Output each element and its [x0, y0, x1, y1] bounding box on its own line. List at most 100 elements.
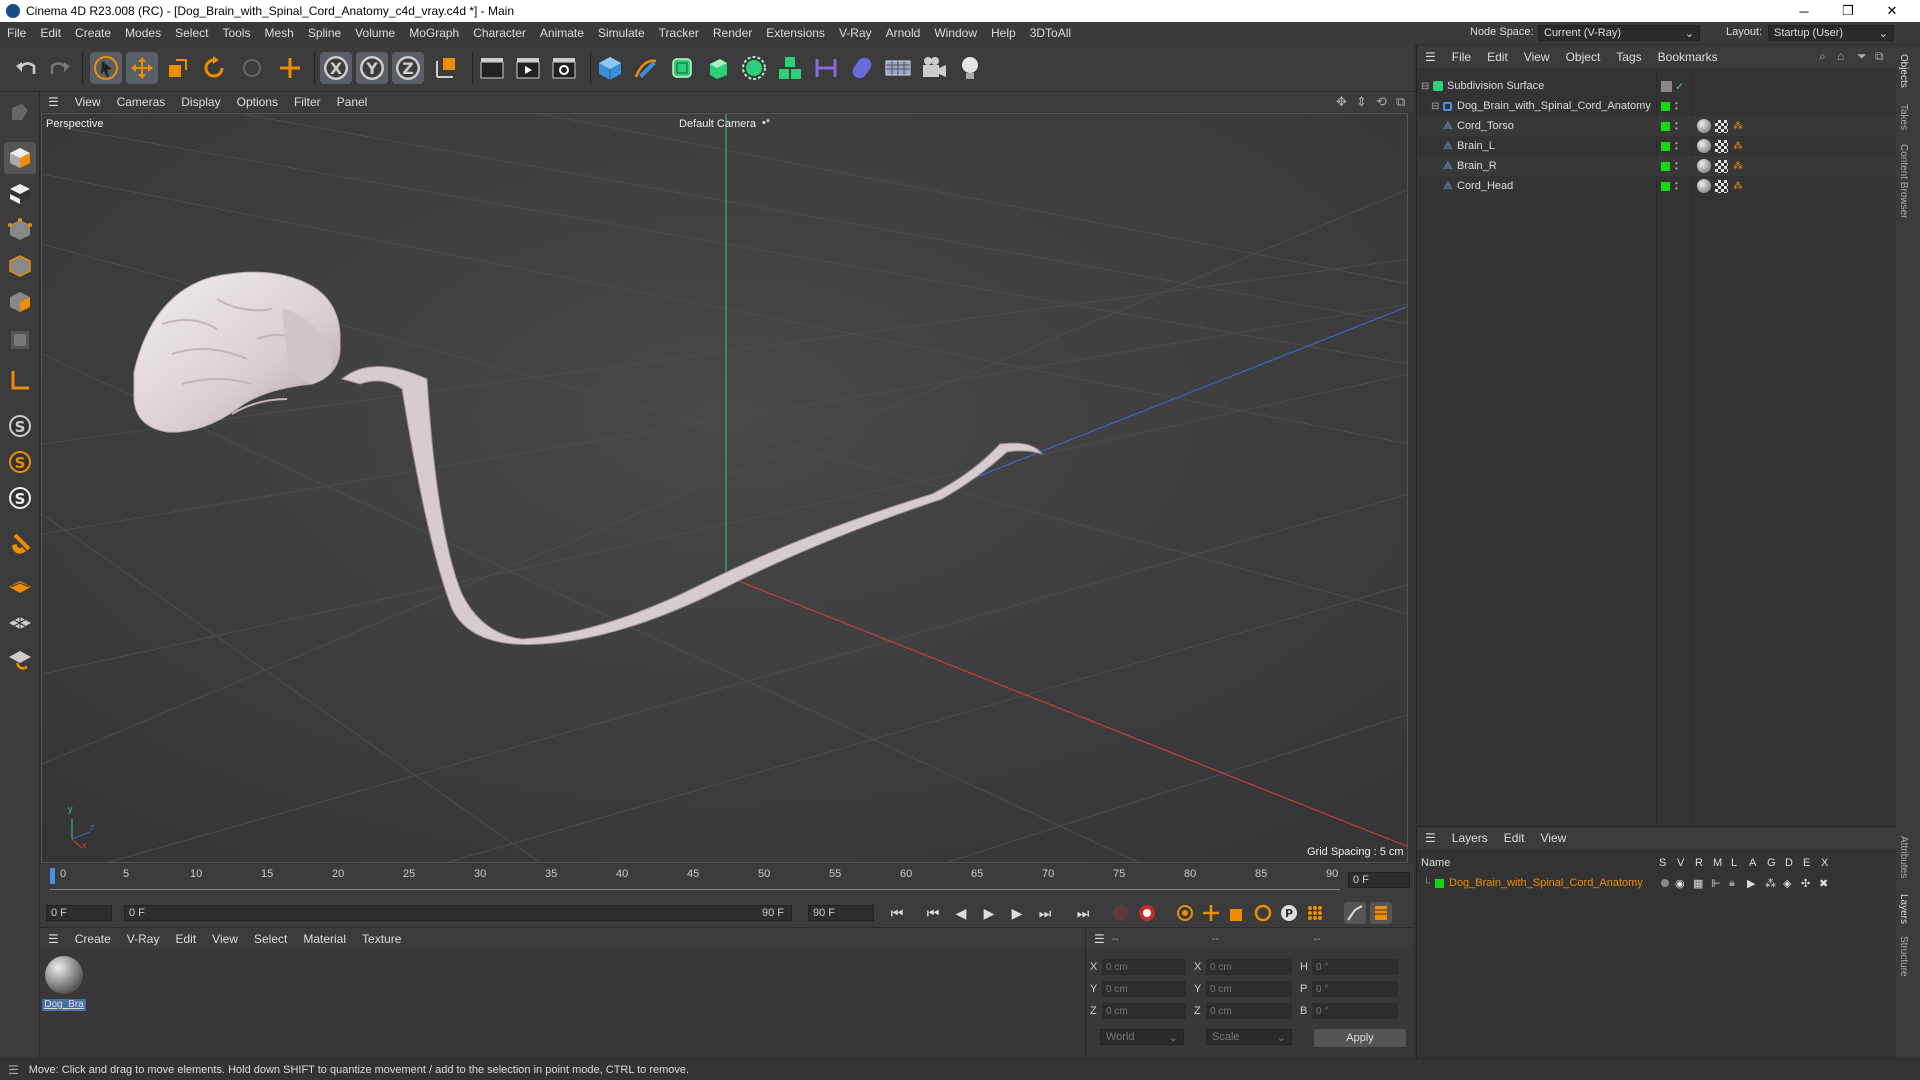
enable-axis-button[interactable]: [4, 364, 36, 396]
material-menu-edit[interactable]: Edit: [167, 932, 204, 946]
deformer-button[interactable]: [810, 52, 842, 84]
undo-button[interactable]: [10, 52, 42, 84]
timeline-ruler[interactable]: 0 5 10 15 20 25 30 35 40 45 50 55 60 65 …: [40, 864, 1414, 898]
render-settings-button[interactable]: [548, 52, 580, 84]
visibility-dots-icon[interactable]: • •: [1675, 100, 1678, 113]
key-point-level-button[interactable]: [1304, 902, 1326, 924]
layer-name[interactable]: Dog_Brain_with_Spinal_Cord_Anatomy: [1449, 877, 1643, 889]
menu-simulate[interactable]: Simulate: [591, 26, 652, 40]
y-axis-lock-button[interactable]: Y: [356, 52, 388, 84]
lock-icon[interactable]: 🔒︎: [1729, 877, 1735, 890]
tab-attributes[interactable]: Attributes: [1898, 836, 1909, 878]
frame-range-slider[interactable]: 0 F: [124, 905, 792, 921]
model-mode-button[interactable]: [4, 142, 36, 174]
new-window-icon[interactable]: ⧉: [1875, 49, 1884, 64]
record-keys-button[interactable]: [1110, 902, 1132, 924]
previous-frame-button[interactable]: ◀: [950, 902, 972, 924]
menu-character[interactable]: Character: [466, 26, 533, 40]
layer-color-icon[interactable]: [1661, 141, 1670, 151]
material-tag-icon[interactable]: [1697, 139, 1711, 153]
coordinate-system-button[interactable]: [430, 52, 462, 84]
workplane-button[interactable]: [4, 570, 36, 602]
pos-x-field[interactable]: 0 cm: [1102, 959, 1186, 975]
layer-menu-edit[interactable]: Edit: [1496, 831, 1533, 845]
menu-arnold[interactable]: Arnold: [879, 26, 928, 40]
quantize-button[interactable]: S: [4, 482, 36, 514]
collapse-icon[interactable]: ⊟: [1431, 101, 1439, 112]
material-tag-icon[interactable]: [1697, 119, 1711, 133]
go-to-start-button[interactable]: ⏮: [886, 902, 908, 924]
uvw-tag-icon[interactable]: [1715, 119, 1728, 133]
object-menu-tags[interactable]: Tags: [1608, 50, 1649, 64]
texture-mode-button[interactable]: [4, 178, 36, 210]
maximize-button[interactable]: ❐: [1826, 0, 1870, 22]
menu-render[interactable]: Render: [706, 26, 759, 40]
layer-color-icon[interactable]: [1435, 878, 1444, 888]
light-button[interactable]: [954, 52, 986, 84]
node-space-dropdown[interactable]: Current (V-Ray) ⌄: [1538, 25, 1700, 41]
end-frame-field[interactable]: 90 F: [808, 905, 874, 921]
object-menu-hamburger-icon[interactable]: ☰: [1417, 50, 1444, 64]
snap-settings-button[interactable]: S: [4, 446, 36, 478]
key-position-button[interactable]: [1200, 902, 1222, 924]
object-menu-bookmarks[interactable]: Bookmarks: [1650, 50, 1726, 64]
layer-row[interactable]: └ Dog_Brain_with_Spinal_Cord_Anatomy ◉ ▦…: [1417, 873, 1897, 893]
timeline-playhead[interactable]: [50, 868, 55, 884]
pos-y-field[interactable]: 0 cm: [1102, 981, 1186, 997]
redo-button[interactable]: [44, 52, 76, 84]
menu-tracker[interactable]: Tracker: [652, 26, 706, 40]
vray-tag-icon[interactable]: ⁂: [1733, 181, 1743, 192]
eye-icon[interactable]: ◉: [1675, 877, 1685, 890]
scale-tool-button[interactable]: [162, 52, 194, 84]
tab-layers[interactable]: Layers: [1898, 894, 1909, 924]
material-menu-select[interactable]: Select: [246, 932, 295, 946]
camera-icon[interactable]: •*: [762, 117, 770, 129]
coordinate-space-dropdown[interactable]: World ⌄: [1100, 1029, 1184, 1045]
menu-volume[interactable]: Volume: [348, 26, 402, 40]
perspective-viewport[interactable]: Perspective Default Camera •* Grid Spaci…: [41, 113, 1408, 863]
menu-3dtoall[interactable]: 3DToAll: [1023, 26, 1078, 40]
solo-toggle-icon[interactable]: [1661, 879, 1669, 887]
coordinates-menu-hamburger-icon[interactable]: ☰: [1086, 932, 1113, 946]
layer-menu-layers[interactable]: Layers: [1444, 831, 1496, 845]
magnet-button[interactable]: [4, 528, 36, 560]
object-menu-file[interactable]: File: [1444, 50, 1479, 64]
move-tool-button[interactable]: [126, 52, 158, 84]
material-menu-texture[interactable]: Texture: [354, 932, 409, 946]
menu-create[interactable]: Create: [68, 26, 118, 40]
vray-tag-icon[interactable]: ⁂: [1733, 141, 1743, 152]
camera-button[interactable]: [918, 52, 950, 84]
deformer-icon[interactable]: ◈: [1783, 877, 1791, 890]
expression-icon[interactable]: ✣: [1801, 877, 1810, 890]
material-menu-vray[interactable]: V-Ray: [119, 932, 168, 946]
viewport-rotate-icon[interactable]: ⟲: [1376, 94, 1387, 110]
extrude-button[interactable]: [702, 52, 734, 84]
snap-button[interactable]: S: [4, 410, 36, 442]
edge-mode-button[interactable]: [4, 250, 36, 282]
size-y-field[interactable]: 0 cm: [1206, 981, 1292, 997]
menu-help[interactable]: Help: [984, 26, 1023, 40]
object-row-cord-torso[interactable]: ⟁ Cord_Torso • • ⁂: [1417, 116, 1897, 136]
menu-window[interactable]: Window: [927, 26, 984, 40]
object-menu-view[interactable]: View: [1516, 50, 1558, 64]
uv-mode-button[interactable]: [4, 324, 36, 356]
layer-color-icon[interactable]: [1661, 181, 1670, 191]
object-row-subdivision-surface[interactable]: ⊟ Subdivision Surface ✓: [1417, 76, 1897, 96]
visibility-dots-icon[interactable]: • •: [1675, 160, 1678, 173]
animation-play-icon[interactable]: ▶: [1747, 877, 1755, 890]
menu-modes[interactable]: Modes: [118, 26, 168, 40]
material-tag-icon[interactable]: [1697, 179, 1711, 193]
auto-keying-button[interactable]: [1136, 902, 1158, 924]
z-axis-lock-button[interactable]: Z: [392, 52, 424, 84]
viewport-menu-panel[interactable]: Panel: [329, 95, 376, 109]
apply-button[interactable]: Apply: [1314, 1029, 1406, 1047]
start-frame-field[interactable]: 0 F: [46, 905, 112, 921]
material-swatch[interactable]: Dog_Bra: [42, 954, 86, 1011]
menu-extensions[interactable]: Extensions: [759, 26, 832, 40]
viewport-pan-icon[interactable]: ✥: [1336, 94, 1347, 110]
menu-vray[interactable]: V-Ray: [832, 26, 879, 40]
collapse-icon[interactable]: ⊟: [1421, 81, 1429, 92]
material-menu-material[interactable]: Material: [295, 932, 354, 946]
timeline-window-button[interactable]: [1370, 902, 1392, 924]
status-menu-icon[interactable]: ☰: [8, 1063, 19, 1077]
